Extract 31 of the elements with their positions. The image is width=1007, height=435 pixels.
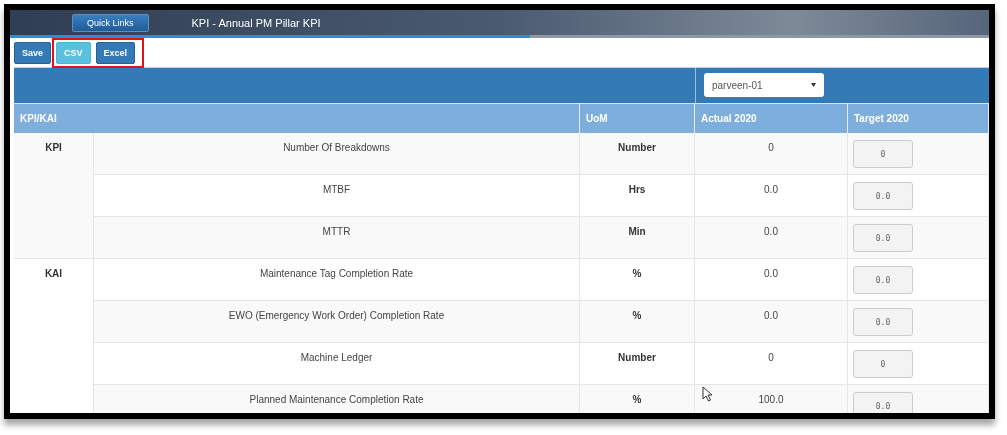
target-input[interactable]: 0.0 <box>853 308 913 336</box>
target-input[interactable]: 0.0 <box>853 224 913 252</box>
uom-cell: Number <box>580 133 695 175</box>
column-header: Target 2020 <box>848 103 989 133</box>
column-header: UoM <box>580 103 695 133</box>
quick-links-button[interactable]: Quick Links <box>72 13 149 32</box>
toolbar-button[interactable]: Save <box>14 42 52 64</box>
actual-cell: 100.0 <box>695 385 848 413</box>
target-input[interactable]: 0 <box>853 140 913 168</box>
uom-cell: Min <box>580 217 695 259</box>
actual-cell: 0 <box>695 133 848 175</box>
group-cell: KPI <box>14 133 94 259</box>
target-input[interactable]: 0 <box>853 350 913 378</box>
actual-cell: 0.0 <box>695 217 848 259</box>
column-header: KPI/KAI <box>14 103 580 133</box>
metric-cell: Planned Maintenance Completion Rate <box>94 385 580 413</box>
caret-icon <box>811 83 816 87</box>
metric-cell: MTTR <box>94 217 580 259</box>
target-input[interactable]: 0.0 <box>853 392 913 413</box>
page-title: KPI - Annual PM Pillar KPI <box>191 16 321 29</box>
column-header: Actual 2020 <box>695 103 848 133</box>
metric-cell: Number Of Breakdowns <box>94 133 580 175</box>
actual-cell: 0.0 <box>695 301 848 343</box>
cursor-icon <box>702 386 713 402</box>
toolbar-button[interactable]: Excel <box>95 42 136 64</box>
target-input[interactable]: 0.0 <box>853 266 913 294</box>
user-select[interactable]: parveen-01 <box>704 73 824 97</box>
metric-cell: EWO (Emergency Work Order) Completion Rate <box>94 301 580 343</box>
uom-cell: % <box>580 385 695 413</box>
uom-cell: % <box>580 301 695 343</box>
target-input[interactable]: 0.0 <box>853 182 913 210</box>
